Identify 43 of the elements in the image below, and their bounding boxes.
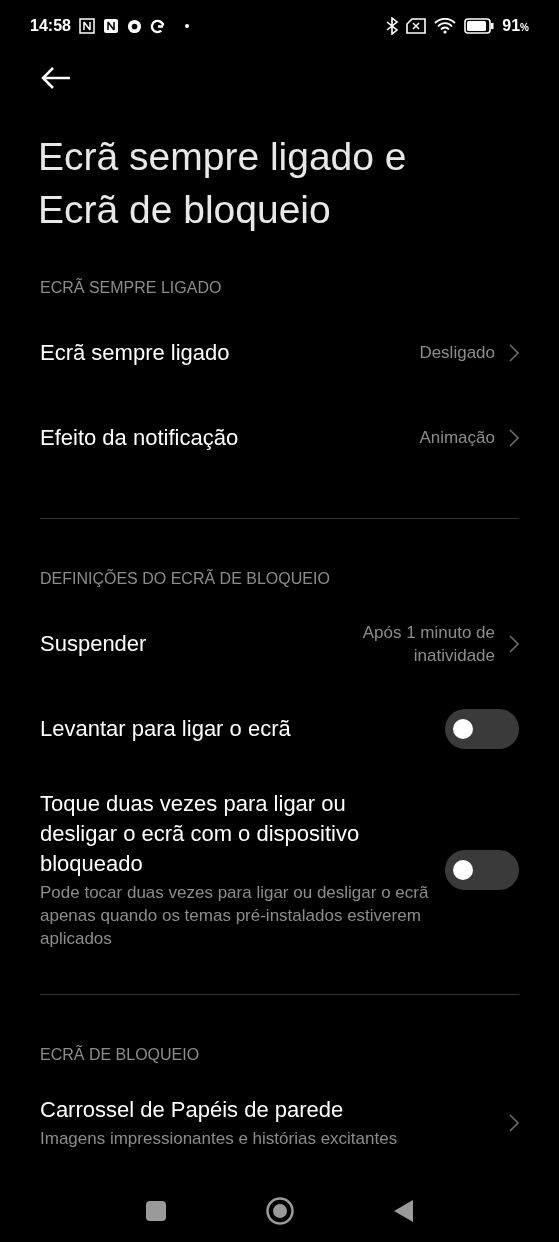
setting-row[interactable]: Efeito da notificação Animação (40, 395, 519, 480)
setting-label: Ecrã sempre ligado (40, 338, 231, 367)
chevron-icon (509, 1113, 519, 1132)
bluetooth-icon (386, 17, 399, 35)
setting-value: Animação (419, 427, 495, 449)
chevron-icon (509, 343, 519, 362)
sim-missing-icon (406, 18, 427, 34)
setting-label: Suspender (40, 629, 148, 658)
setting-label: Efeito da notificação (40, 423, 240, 452)
section-header: ECRÃ SEMPRE LIGADO (40, 277, 223, 298)
setting-description: Pode tocar duas vezes para ligar ou desligar o ecrã apenas quando os temas pré-instalados estiverem aplicados (40, 882, 430, 950)
browser-icon (126, 18, 142, 34)
clock: 14:58 (30, 16, 71, 36)
battery-percentage: 91 (502, 16, 521, 36)
setting-value: Após 1 minuto de inatividade (361, 621, 495, 667)
setting-row[interactable]: Carrossel de Papéis de parede Imagens impressionantes e histórias excitantes (40, 1077, 519, 1168)
recents-button[interactable] (145, 1201, 166, 1221)
setting-row[interactable]: Levantar para ligar o ecrã (40, 686, 519, 771)
dot-icon (184, 24, 189, 28)
setting-description: Imagens impressionantes e histórias excitantes (40, 1128, 399, 1150)
g-icon (149, 18, 165, 34)
nfc-icon (102, 18, 119, 34)
chevron-icon (509, 428, 519, 447)
chevron-icon (509, 634, 519, 653)
back-icon[interactable] (40, 66, 72, 90)
home-button[interactable] (265, 1197, 294, 1225)
wifi-icon (434, 18, 457, 34)
back-button[interactable] (393, 1200, 414, 1222)
setting-label: Levantar para ligar o ecrã (40, 714, 292, 743)
setting-label: Toque duas vezes para ligar ou desligar o ecrã com o dispositivo bloqueado (40, 790, 361, 878)
toggle-switch[interactable] (445, 708, 519, 749)
battery-icon (464, 18, 495, 34)
page-title: Ecrã sempre ligado e Ecrã de bloqueio (37, 134, 408, 233)
setting-value: Desligado (419, 342, 495, 364)
section-header: DEFINIÇÕES DO ECRÃ DE BLOQUEIO (40, 568, 331, 589)
nfc-icon (78, 18, 95, 34)
toggle-switch[interactable] (445, 849, 519, 890)
setting-row[interactable]: Toque duas vezes para ligar ou desligar o ecrã com o dispositivo bloqueado Pode tocar duas vezes para ligar ou desligar o ecrã apenas quando os temas pré-instalados estiverem aplicados (40, 771, 519, 968)
setting-label: Carrossel de Papéis de parede (40, 1096, 345, 1124)
section-header: ECRÃ DE BLOQUEIO (40, 1044, 201, 1065)
percent-sign: % (520, 22, 529, 35)
setting-row[interactable]: Ecrã sempre ligado Desligado (40, 310, 519, 395)
setting-row[interactable]: Suspender Após 1 minuto de inatividade (40, 601, 519, 686)
